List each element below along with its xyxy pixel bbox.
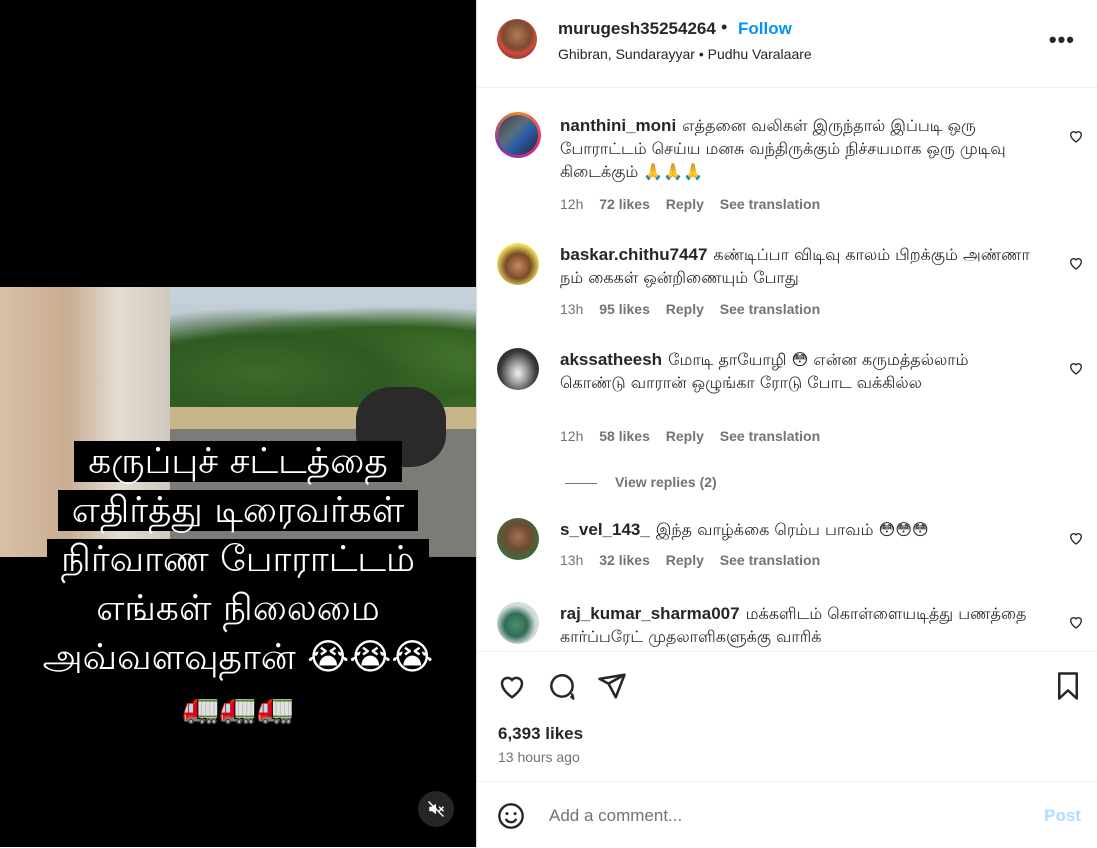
- caption-line: எதிர்த்து டிரைவர்கள்: [0, 486, 476, 535]
- heart-icon[interactable]: [1068, 614, 1084, 630]
- comment-meta: 13h 32 likes Reply See translation: [560, 552, 832, 568]
- see-translation-button[interactable]: See translation: [720, 196, 820, 212]
- post-dialog: கருப்புச் சட்டத்தை எதிர்த்து டிரைவர்கள் …: [0, 0, 1097, 847]
- comment-meta: 13h 95 likes Reply See translation: [560, 301, 832, 317]
- likes-count[interactable]: 6,393 likes: [498, 724, 583, 744]
- avatar[interactable]: [495, 112, 541, 158]
- caption-line: அவ்வளவுதான் 😭😭😭: [0, 633, 476, 682]
- audio-separator: •: [698, 46, 704, 62]
- reply-button[interactable]: Reply: [666, 196, 704, 212]
- heart-icon[interactable]: [1068, 360, 1084, 376]
- comment-likes[interactable]: 72 likes: [599, 196, 650, 212]
- see-translation-button[interactable]: See translation: [720, 428, 820, 444]
- reply-button[interactable]: Reply: [666, 301, 704, 317]
- caption-line: எங்கள் நிலைமை: [0, 584, 476, 633]
- comment-input[interactable]: [547, 802, 1031, 830]
- replies-rule: [565, 482, 597, 484]
- avatar[interactable]: [497, 518, 539, 560]
- comment-time[interactable]: 13h: [560, 301, 583, 317]
- comment-username[interactable]: baskar.chithu7447: [560, 245, 707, 264]
- comment-time[interactable]: 12h: [560, 428, 583, 444]
- share-icon[interactable]: [597, 671, 627, 701]
- comment-username[interactable]: akssatheesh: [560, 350, 662, 369]
- more-horizontal-icon[interactable]: •••: [1049, 27, 1075, 53]
- video-caption: கருப்புச் சட்டத்தை எதிர்த்து டிரைவர்கள் …: [0, 437, 476, 733]
- reply-button[interactable]: Reply: [666, 428, 704, 444]
- comment-body: akssatheesh மோடி தாயோழி 😳 என்ன கருமத்தல்ல…: [560, 348, 1030, 394]
- comment-username[interactable]: s_vel_143_: [560, 520, 650, 539]
- side-panel: murugesh35254264 • Follow Ghibran, Sunda…: [476, 0, 1097, 847]
- comment-text: இந்த வாழ்க்கை ரெம்ப பாவம் 😳😳😳: [655, 520, 929, 539]
- add-comment-bar: Post: [477, 781, 1097, 848]
- separator-dot: •: [721, 17, 728, 37]
- reply-button[interactable]: Reply: [666, 552, 704, 568]
- comment-likes[interactable]: 95 likes: [599, 301, 650, 317]
- heart-icon[interactable]: [1068, 255, 1084, 271]
- avatar[interactable]: [497, 348, 539, 390]
- avatar[interactable]: [497, 243, 539, 285]
- comment-likes[interactable]: 32 likes: [599, 552, 650, 568]
- comment-time[interactable]: 13h: [560, 552, 583, 568]
- caption-line: கருப்புச் சட்டத்தை: [0, 437, 476, 486]
- view-replies-button[interactable]: View replies (2): [565, 474, 717, 490]
- comments-list[interactable]: nanthini_moni எத்தனை வலிகள் இருந்தால் இப்…: [477, 88, 1097, 651]
- avatar[interactable]: [497, 602, 539, 644]
- action-bar: 6,393 likes 13 hours ago: [477, 651, 1097, 782]
- caption-trucks: 🚛🚛🚛: [181, 691, 295, 726]
- media-pane[interactable]: கருப்புச் சட்டத்தை எதிர்த்து டிரைவர்கள் …: [0, 0, 476, 847]
- audio-artists[interactable]: Ghibran, Sundarayyar: [558, 46, 695, 62]
- comment-username[interactable]: nanthini_moni: [560, 116, 676, 135]
- author-username[interactable]: murugesh35254264: [558, 19, 716, 39]
- heart-icon[interactable]: [1068, 128, 1084, 144]
- heart-icon[interactable]: [497, 671, 527, 701]
- see-translation-button[interactable]: See translation: [720, 552, 820, 568]
- audio-track[interactable]: Pudhu Varalaare: [708, 46, 812, 62]
- comment-icon[interactable]: [547, 671, 577, 701]
- caption-line: நிர்வாண போராட்டம்: [0, 535, 476, 584]
- comment-body: baskar.chithu7447 கண்டிப்பா விடிவு காலம் …: [560, 243, 1030, 289]
- avatar[interactable]: [497, 19, 537, 59]
- comment-body: s_vel_143_ இந்த வாழ்க்கை ரெம்ப பாவம் 😳😳😳: [560, 518, 1030, 541]
- view-replies-label: View replies (2): [615, 474, 717, 490]
- muted-speaker-icon: [427, 800, 445, 818]
- post-time[interactable]: 13 hours ago: [498, 749, 580, 765]
- emoji-icon[interactable]: [497, 802, 525, 830]
- mute-button[interactable]: [418, 791, 454, 827]
- heart-icon[interactable]: [1068, 530, 1084, 546]
- comment-likes[interactable]: 58 likes: [599, 428, 650, 444]
- post-header: murugesh35254264 • Follow Ghibran, Sunda…: [477, 0, 1097, 88]
- comment-body: nanthini_moni எத்தனை வலிகள் இருந்தால் இப்…: [560, 114, 1030, 183]
- post-button[interactable]: Post: [1044, 806, 1081, 826]
- bookmark-icon[interactable]: [1053, 671, 1083, 701]
- comment-meta: 12h 58 likes Reply See translation: [560, 428, 832, 444]
- follow-button[interactable]: Follow: [738, 19, 792, 39]
- comment-meta: 12h 72 likes Reply See translation: [560, 196, 832, 212]
- see-translation-button[interactable]: See translation: [720, 301, 820, 317]
- comment-body: raj_kumar_sharma007 மக்களிடம் கொள்ளையடித்…: [560, 602, 1030, 648]
- comment-time[interactable]: 12h: [560, 196, 583, 212]
- comment-username[interactable]: raj_kumar_sharma007: [560, 604, 740, 623]
- audio-info: Ghibran, Sundarayyar • Pudhu Varalaare: [558, 46, 812, 62]
